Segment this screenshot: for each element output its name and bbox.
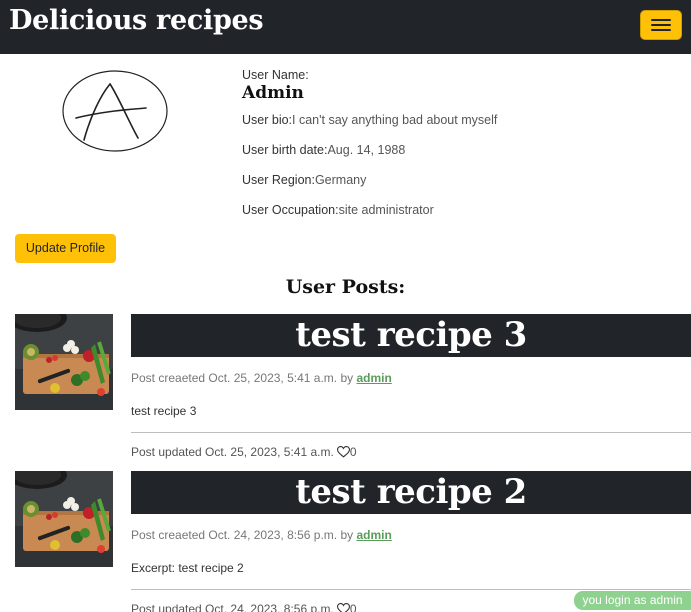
- like-count: 0: [349, 602, 357, 612]
- post-title-bar[interactable]: test recipe 2: [131, 471, 691, 514]
- post-updated-meta: Post updated Oct. 24, 2023, 8:56 p.m. 0: [131, 602, 357, 612]
- post-author-link[interactable]: admin: [356, 528, 391, 542]
- post-thumbnail[interactable]: [15, 471, 113, 567]
- post-excerpt: test recipe 3: [131, 404, 197, 418]
- bio-row: User bio:I can't say anything bad about …: [242, 113, 497, 127]
- divider: [131, 589, 691, 590]
- region-label: User Region:: [242, 173, 315, 187]
- post-created-meta: Post creaeted Oct. 24, 2023, 8:56 p.m. b…: [131, 528, 392, 542]
- birth-date-row: User birth date:Aug. 14, 1988: [242, 143, 405, 157]
- heart-icon[interactable]: [336, 603, 350, 612]
- user-posts-heading: User Posts:: [0, 276, 691, 298]
- navbar-toggle-button[interactable]: [640, 10, 682, 40]
- post-created-meta: Post creaeted Oct. 25, 2023, 5:41 a.m. b…: [131, 371, 392, 385]
- like-count: 0: [349, 445, 357, 459]
- brand-logo[interactable]: Delicious recipes: [9, 5, 264, 36]
- username: Admin: [242, 83, 304, 103]
- user-posts-heading-text: User Posts:: [285, 276, 406, 298]
- bio-value: I can't say anything bad about myself: [292, 113, 498, 127]
- post-thumbnail[interactable]: [15, 314, 113, 410]
- post-excerpt: Excerpt: test recipe 2: [131, 561, 244, 575]
- region-value: Germany: [314, 173, 367, 187]
- post-author-link[interactable]: admin: [356, 371, 391, 385]
- post-title-bar[interactable]: test recipe 3: [131, 314, 691, 357]
- post-updated-text: Post updated Oct. 24, 2023, 8:56 p.m.: [131, 602, 334, 612]
- post-title[interactable]: test recipe 2: [295, 472, 527, 512]
- birth-date-value: Aug. 14, 1988: [327, 143, 406, 157]
- update-profile-button[interactable]: Update Profile: [15, 234, 116, 263]
- occupation-value: site administrator: [338, 203, 434, 217]
- region-row: User Region:Germany: [242, 173, 366, 187]
- username-label: User Name:: [242, 68, 309, 82]
- avatar: [60, 68, 172, 156]
- post-card: test recipe 3 Post creaeted Oct. 25, 202…: [0, 314, 691, 464]
- birth-date-label: User birth date:: [242, 143, 328, 157]
- login-status-badge: you login as admin: [574, 591, 691, 610]
- navbar: Delicious recipes: [0, 0, 691, 54]
- post-updated-meta: Post updated Oct. 25, 2023, 5:41 a.m. 0: [131, 445, 357, 461]
- occupation-label: User Occupation:: [242, 203, 339, 217]
- post-updated-text: Post updated Oct. 25, 2023, 5:41 a.m.: [131, 445, 334, 459]
- divider: [131, 432, 691, 433]
- post-created-text: Post creaeted Oct. 24, 2023, 8:56 p.m. b…: [131, 528, 357, 542]
- post-created-text: Post creaeted Oct. 25, 2023, 5:41 a.m. b…: [131, 371, 357, 385]
- bio-label: User bio:: [242, 113, 293, 127]
- heart-icon[interactable]: [336, 446, 350, 461]
- post-title[interactable]: test recipe 3: [295, 315, 527, 355]
- occupation-row: User Occupation:site administrator: [242, 203, 434, 217]
- hamburger-icon: [651, 19, 671, 31]
